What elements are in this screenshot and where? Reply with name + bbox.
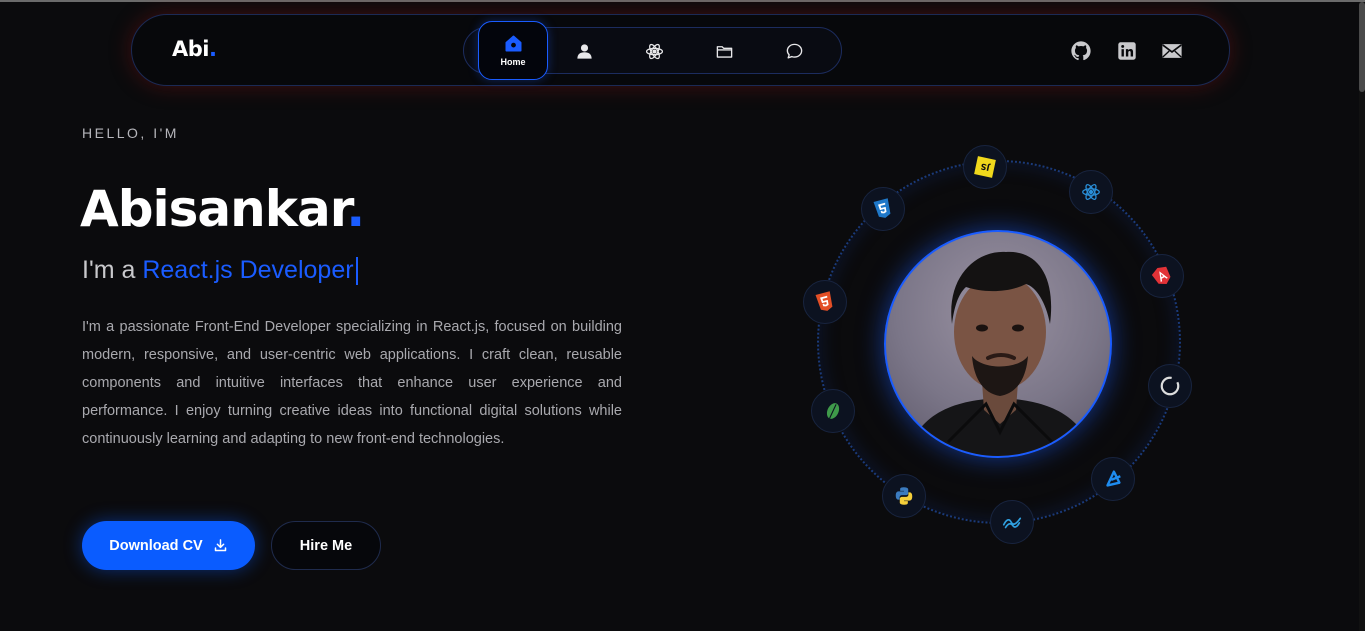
scrollbar-thumb[interactable] xyxy=(1359,2,1365,92)
angular-icon xyxy=(1151,266,1171,284)
logo[interactable]: Abi. xyxy=(172,37,217,61)
chat-icon xyxy=(786,43,802,59)
tech-capacitor xyxy=(1091,457,1135,501)
linkedin-link[interactable] xyxy=(1116,40,1138,62)
nav-item-projects[interactable] xyxy=(701,28,747,75)
greeting: HELLO, I'M xyxy=(82,125,179,141)
tech-react xyxy=(1069,170,1113,214)
download-cv-button[interactable]: Download CV xyxy=(82,521,255,570)
html5-icon xyxy=(815,291,833,311)
folder-icon xyxy=(716,46,732,58)
python-icon xyxy=(895,487,913,505)
sqlalchemy-icon xyxy=(1002,517,1022,529)
mongodb-icon xyxy=(826,403,840,419)
home-icon xyxy=(505,35,521,52)
tech-sqlalchemy xyxy=(990,500,1034,544)
user-icon xyxy=(576,44,592,59)
nav-label-home: Home xyxy=(500,57,526,67)
nav-menu: Home xyxy=(463,21,842,80)
bio-paragraph: I'm a passionate Front-End Developer spe… xyxy=(82,319,622,447)
tech-angular xyxy=(1140,254,1184,298)
css3-icon xyxy=(873,198,891,218)
tech-html5 xyxy=(803,280,847,324)
typing-caret xyxy=(355,257,358,286)
javascript-icon: JS xyxy=(974,156,996,178)
nav-item-about[interactable] xyxy=(561,28,607,75)
hire-me-button[interactable]: Hire Me xyxy=(271,521,381,570)
top-border xyxy=(0,0,1365,2)
capacitor-icon xyxy=(1106,470,1121,487)
nav-item-skills[interactable] xyxy=(631,28,677,75)
tech-mongodb xyxy=(811,389,855,433)
github-link[interactable] xyxy=(1070,40,1092,62)
tech-python xyxy=(882,474,926,518)
github-icon xyxy=(1071,41,1091,61)
nextjs-icon xyxy=(1160,376,1180,396)
tech-nextjs xyxy=(1148,364,1192,408)
tech-javascript: JS xyxy=(963,145,1007,189)
role-highlight: React.js Developer xyxy=(142,256,354,284)
linkedin-icon xyxy=(1118,42,1136,60)
nav-item-contact[interactable] xyxy=(771,28,817,75)
tech-css3 xyxy=(861,187,905,231)
mail-icon xyxy=(1162,44,1182,58)
nav-item-home[interactable]: Home xyxy=(478,21,548,80)
mail-link[interactable] xyxy=(1161,40,1183,62)
role-line: I'm a React.js Developer xyxy=(82,256,358,286)
react-icon xyxy=(1082,184,1100,200)
download-icon xyxy=(214,539,226,552)
navbar: Abi. Home xyxy=(131,14,1230,86)
scrollbar-track[interactable] xyxy=(1359,2,1365,631)
react-icon xyxy=(645,43,663,60)
hero-name: Abisankar. xyxy=(80,180,365,238)
profile-photo xyxy=(884,230,1112,458)
portrait-illustration xyxy=(907,251,1093,456)
